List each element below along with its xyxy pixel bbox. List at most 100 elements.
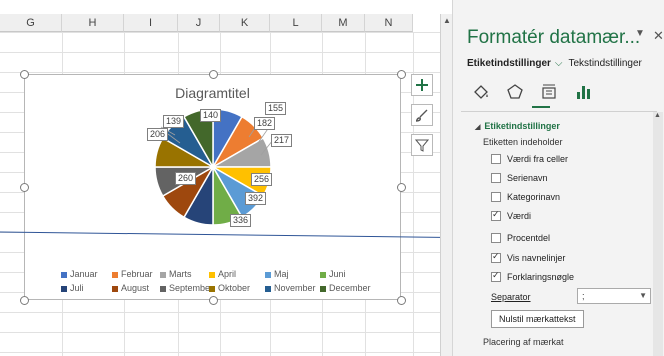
legend-label: Oktober (218, 283, 251, 293)
bar-chart-icon (577, 86, 590, 99)
legend-swatch (320, 271, 326, 278)
checkbox[interactable] (491, 154, 501, 164)
column-header[interactable]: L (270, 14, 322, 32)
checkbox[interactable] (491, 173, 501, 183)
checkbox-label[interactable]: Værdi (507, 211, 531, 221)
legend-swatch (61, 285, 67, 292)
separator-select[interactable]: ; ▼ (577, 288, 651, 304)
option-kategorinavn[interactable]: Kategorinavn (491, 192, 560, 202)
label-options-tab[interactable] (573, 82, 593, 102)
legend-entry[interactable]: Juli (61, 283, 84, 293)
chart-filters-button[interactable] (411, 134, 433, 156)
legend-entry[interactable]: December (320, 283, 371, 293)
resize-handle[interactable] (20, 70, 29, 79)
legend-swatch (160, 285, 166, 292)
scroll-up-icon[interactable]: ▲ (443, 16, 451, 25)
checkbox[interactable] (491, 270, 501, 282)
legend-swatch (265, 271, 271, 278)
option-værdi-fra-celler[interactable]: Værdi fra celler (491, 154, 568, 164)
paint-bucket-icon (474, 85, 488, 99)
effects-tab[interactable] (505, 82, 525, 102)
legend-label: Juni (329, 269, 346, 279)
legend-swatch (112, 271, 118, 278)
checkbox[interactable] (491, 192, 501, 202)
legend-swatch (160, 271, 166, 278)
checkbox[interactable] (491, 251, 501, 263)
resize-handle[interactable] (397, 183, 406, 192)
section-title[interactable]: Etiketindstillinger (484, 121, 560, 131)
option-værdi[interactable]: Værdi (491, 209, 531, 221)
legend-swatch (209, 271, 215, 278)
filter-icon (415, 139, 429, 152)
legend-entry[interactable]: Oktober (209, 283, 250, 293)
option-vis-navnelinjer[interactable]: Vis navnelinjer (491, 251, 565, 263)
legend-swatch (209, 285, 215, 292)
collapse-triangle-icon[interactable]: ◢ (475, 124, 480, 131)
column-header[interactable]: J (178, 14, 220, 32)
legend-swatch (265, 285, 271, 292)
legend-label: September (169, 283, 214, 293)
option-serienavn[interactable]: Serienavn (491, 173, 548, 183)
legend-swatch (112, 285, 118, 292)
legend-entry[interactable]: Januar (61, 269, 98, 279)
legend-entry[interactable]: April (209, 269, 236, 279)
checkbox-label[interactable]: Procentdel (507, 233, 550, 243)
tab-label-options[interactable]: Etiketindstillinger (467, 58, 551, 69)
column-header[interactable]: K (220, 14, 270, 32)
legend-entry[interactable]: Marts (160, 269, 192, 279)
close-icon[interactable]: ✕ (653, 28, 664, 44)
resize-handle[interactable] (209, 296, 218, 305)
chevron-down-icon[interactable]: ▼ (635, 28, 645, 39)
chart-styles-button[interactable] (411, 104, 433, 126)
legend-label: December (329, 283, 371, 293)
checkbox-label[interactable]: Forklaringsnøgle (507, 272, 574, 282)
resize-handle[interactable] (20, 183, 29, 192)
checkbox-label[interactable]: Vis navnelinjer (507, 253, 565, 263)
option-forklaringsnøgle[interactable]: Forklaringsnøgle (491, 270, 574, 282)
chevron-down-icon[interactable]: ⌵ (555, 58, 563, 69)
pane-scrollbar[interactable]: ▲ (653, 112, 663, 356)
format-data-labels-pane: Formatér datamær... ▼ ✕ Etiketindstillin… (452, 0, 664, 356)
worksheet[interactable]: GHIJKLMN Diagramtitel 139 140 155 206 182 217… (0, 0, 440, 356)
legend-entry[interactable]: November (265, 283, 316, 293)
chart-legend[interactable]: Januar Februar Marts April Maj Juni Juli August… (25, 75, 402, 301)
checkbox-label[interactable]: Serienavn (507, 173, 548, 183)
active-tab-indicator (532, 106, 550, 108)
column-header[interactable]: M (322, 14, 365, 32)
label-contains-heading: Etiketten indeholder (483, 137, 563, 147)
checkbox-label[interactable]: Kategorinavn (507, 192, 560, 202)
column-header[interactable]: N (365, 14, 413, 32)
separator-value: ; (582, 291, 585, 301)
scroll-up-icon[interactable]: ▲ (654, 112, 661, 119)
legend-entry[interactable]: Juni (320, 269, 346, 279)
legend-entry[interactable]: Februar (112, 269, 153, 279)
column-header[interactable]: G (0, 14, 62, 32)
legend-entry[interactable]: September (160, 283, 213, 293)
legend-label: Juli (70, 283, 84, 293)
pane-icon-row (471, 82, 593, 102)
column-header[interactable]: H (62, 14, 124, 32)
divider (461, 111, 657, 112)
pentagon-icon (507, 84, 523, 99)
checkbox[interactable] (491, 209, 501, 221)
checkbox-label[interactable]: Værdi fra celler (507, 154, 568, 164)
resize-handle[interactable] (397, 70, 406, 79)
legend-entry[interactable]: Maj (265, 269, 289, 279)
resize-handle[interactable] (397, 296, 406, 305)
resize-handle[interactable] (20, 296, 29, 305)
label-position-heading: Placering af mærkat (483, 337, 564, 347)
size-properties-tab[interactable] (539, 82, 559, 102)
legend-label: Maj (274, 269, 289, 279)
separator-label: Separator (491, 292, 531, 302)
resize-handle[interactable] (209, 70, 218, 79)
reset-label-text-button[interactable]: Nulstil mærkattekst (491, 310, 584, 328)
tab-text-options[interactable]: Tekstindstillinger (569, 58, 642, 69)
fill-line-tab[interactable] (471, 82, 491, 102)
legend-entry[interactable]: August (112, 283, 149, 293)
option-procentdel[interactable]: Procentdel (491, 233, 550, 243)
chart-elements-button[interactable] (411, 74, 433, 96)
column-header[interactable]: I (124, 14, 178, 32)
checkbox[interactable] (491, 233, 501, 243)
chart-area[interactable]: Diagramtitel 139 140 155 206 182 217 256 260 392… (24, 74, 401, 300)
section-header[interactable]: ◢ Etiketindstillinger (475, 121, 560, 131)
